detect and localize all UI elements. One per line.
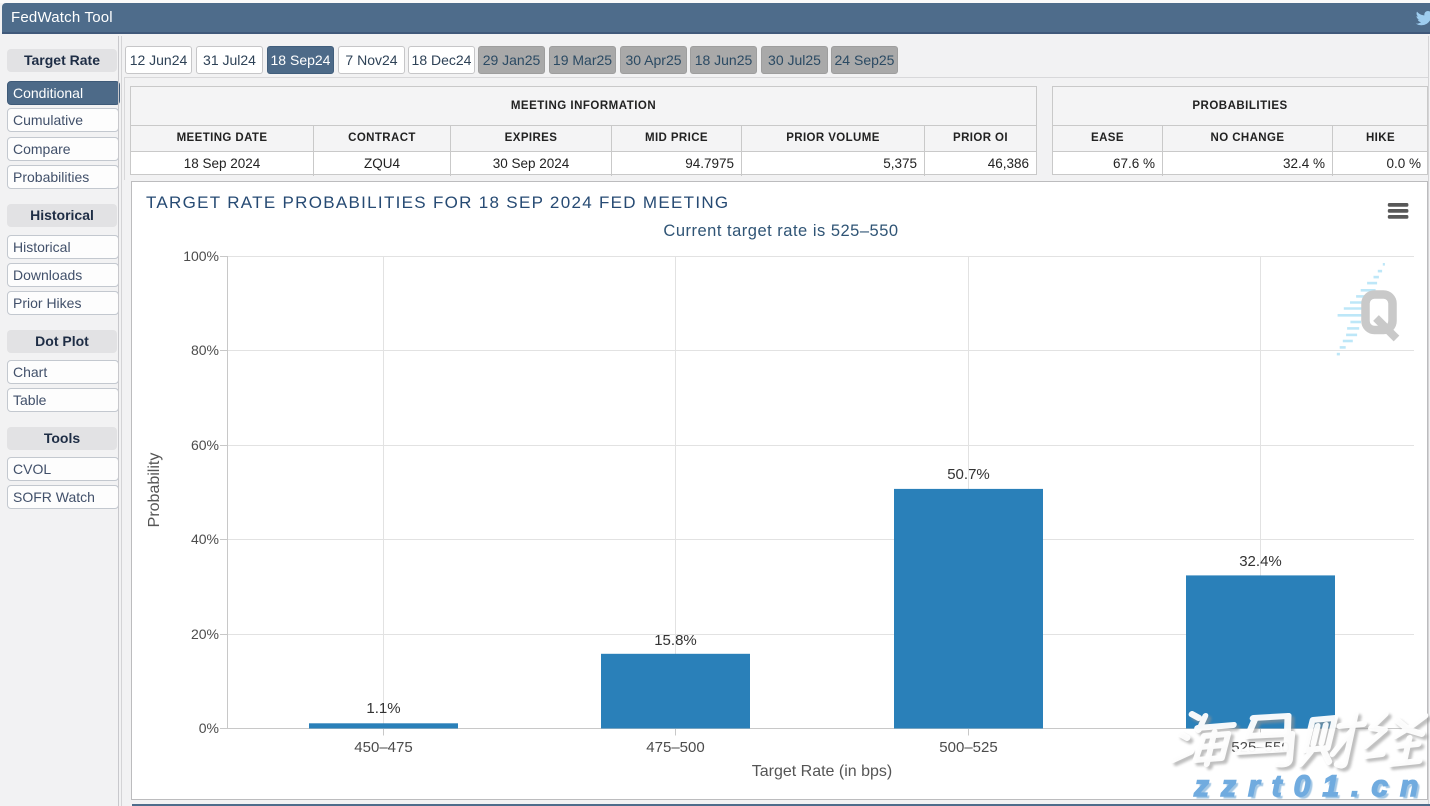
svg-text:1.1%: 1.1% bbox=[366, 700, 400, 717]
svg-text:20%: 20% bbox=[191, 626, 219, 642]
svg-text:60%: 60% bbox=[191, 437, 219, 453]
svg-text:Probability: Probability bbox=[146, 453, 163, 528]
svg-text:100%: 100% bbox=[183, 248, 219, 264]
svg-text:Current target rate is 525–550: Current target rate is 525–550 bbox=[663, 222, 898, 240]
svg-text:450–475: 450–475 bbox=[354, 739, 412, 756]
svg-text:0%: 0% bbox=[199, 720, 219, 736]
svg-text:500–525: 500–525 bbox=[939, 739, 997, 756]
svg-text:80%: 80% bbox=[191, 342, 219, 358]
svg-text:475–500: 475–500 bbox=[646, 739, 704, 756]
svg-text:40%: 40% bbox=[191, 531, 219, 547]
svg-text:TARGET RATE PROBABILITIES FOR: TARGET RATE PROBABILITIES FOR 18 SEP 202… bbox=[146, 193, 729, 212]
svg-text:50.7%: 50.7% bbox=[947, 466, 990, 483]
svg-text:15.8%: 15.8% bbox=[654, 632, 697, 649]
svg-text:32.4%: 32.4% bbox=[1239, 553, 1282, 570]
svg-text:Target Rate (in bps): Target Rate (in bps) bbox=[752, 763, 893, 780]
